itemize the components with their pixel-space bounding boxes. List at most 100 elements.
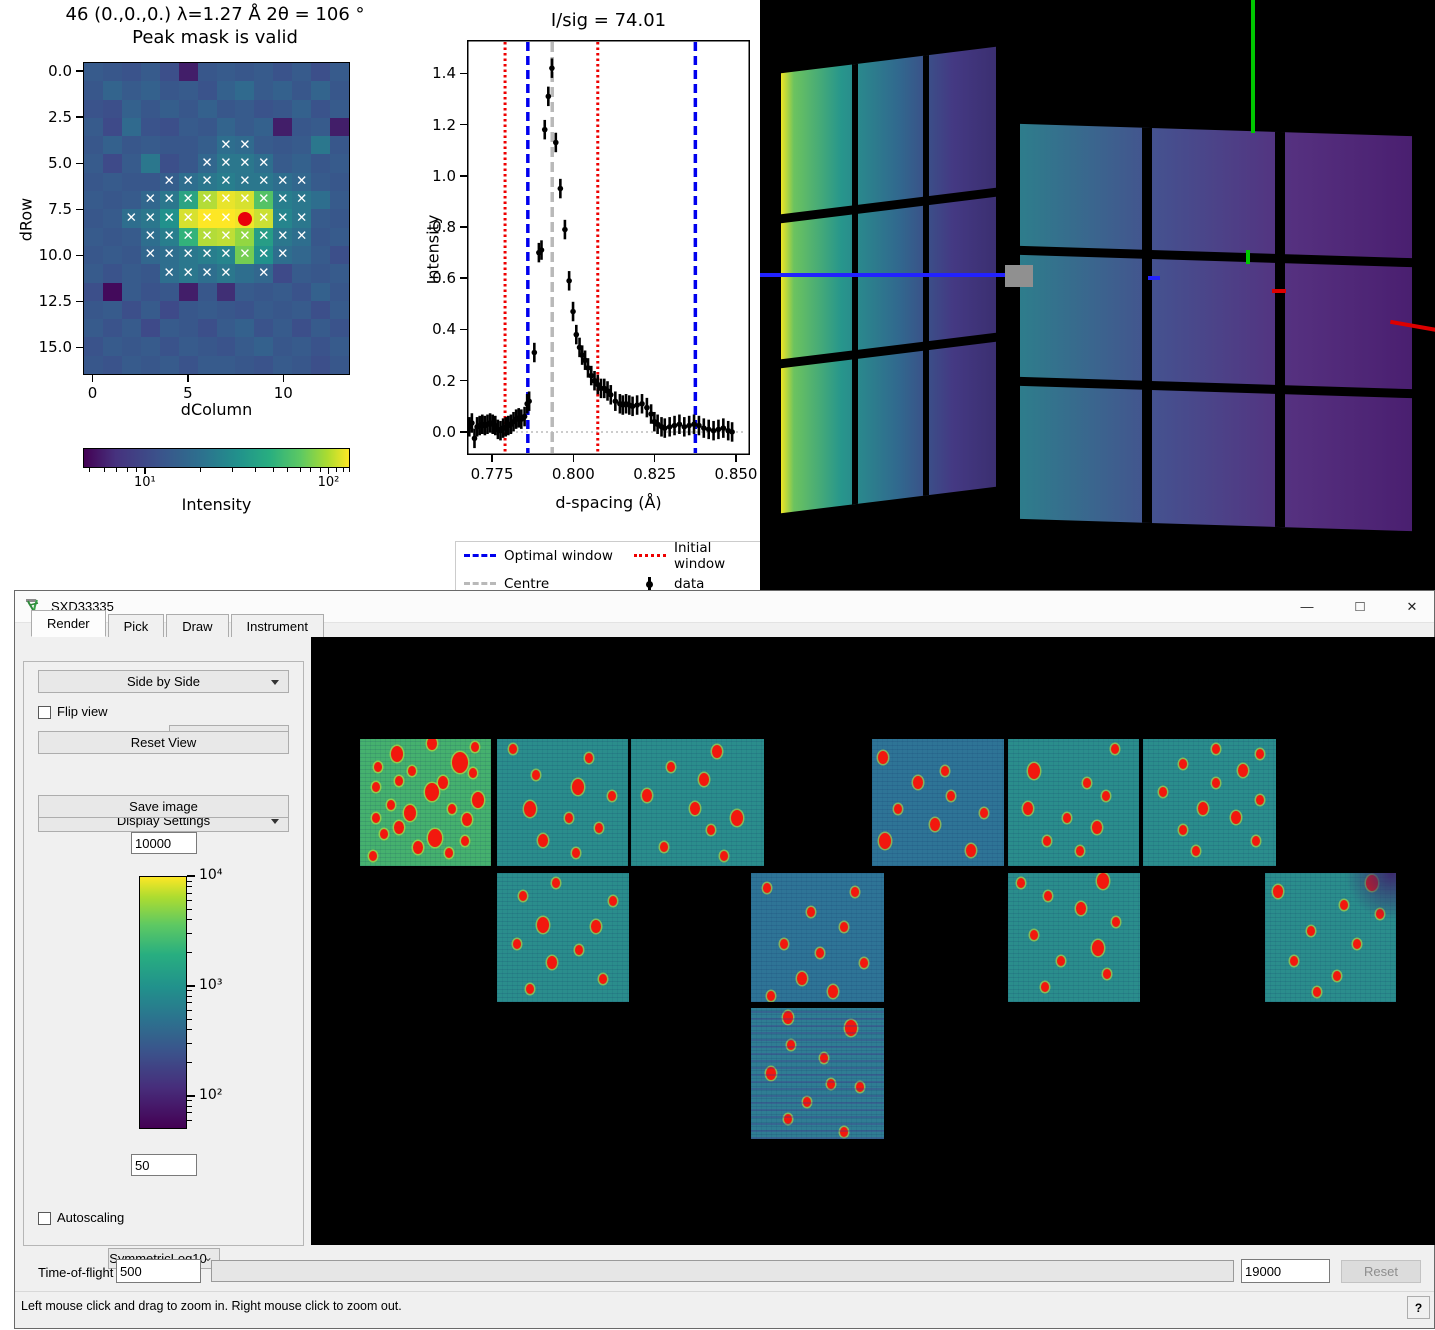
heatmap-cell bbox=[122, 337, 141, 355]
heatmap-cell: ✕ bbox=[122, 209, 141, 227]
heatmap-cell bbox=[122, 228, 141, 246]
heatmap-cell bbox=[84, 301, 103, 319]
data-point bbox=[701, 425, 707, 431]
tab-render[interactable]: Render bbox=[31, 610, 106, 637]
scale-colorbar-minor-tick bbox=[187, 952, 192, 953]
heatmap-cell: ✕ bbox=[254, 228, 273, 246]
peak-spot bbox=[585, 753, 593, 763]
peak-spot bbox=[1198, 802, 1208, 815]
heatmap-cell bbox=[217, 118, 236, 136]
beam-line-segment bbox=[1148, 276, 1160, 280]
heatmap-cell bbox=[273, 118, 292, 136]
maximize-button[interactable]: □ bbox=[1337, 591, 1383, 622]
peak-spot bbox=[372, 782, 380, 792]
colorbar-minor-tick bbox=[89, 468, 90, 472]
heatmap-cell bbox=[179, 118, 198, 136]
heatmap-cell: ✕ bbox=[179, 191, 198, 209]
heatmap-cell: ✕ bbox=[160, 191, 179, 209]
peak-spot bbox=[1366, 875, 1378, 891]
heatmap-cell: ✕ bbox=[198, 154, 217, 172]
tof-start-input[interactable]: 500 bbox=[116, 1259, 201, 1283]
tab-instrument[interactable]: Instrument bbox=[231, 614, 324, 637]
close-button[interactable]: ✕ bbox=[1390, 591, 1434, 622]
save-image-button[interactable]: Save image bbox=[38, 795, 289, 818]
peak-spot bbox=[509, 744, 517, 754]
legend-item: Initial window bbox=[634, 540, 764, 572]
instrument-3d-view[interactable] bbox=[760, 0, 1435, 590]
peak-spot bbox=[966, 844, 976, 857]
peak-spot bbox=[784, 1114, 792, 1124]
tof-reset-button[interactable]: Reset bbox=[1341, 1260, 1421, 1283]
tof-slider[interactable] bbox=[211, 1260, 1234, 1282]
y-tick-label: 7.5 bbox=[30, 200, 72, 218]
tof-end-input[interactable]: 19000 bbox=[1241, 1259, 1330, 1283]
y-tick bbox=[460, 277, 467, 279]
peak-spot bbox=[856, 1082, 864, 1092]
heatmap-cell: ✕ bbox=[254, 154, 273, 172]
heatmap-cell bbox=[141, 81, 160, 99]
heatmap-cell bbox=[273, 264, 292, 282]
isig-plot-canvas[interactable] bbox=[467, 40, 750, 455]
peak-spot bbox=[1041, 982, 1049, 992]
y-tick-label: 10.0 bbox=[30, 246, 72, 264]
heatmap-cell bbox=[311, 173, 330, 191]
tab-draw[interactable]: Draw bbox=[166, 614, 228, 637]
y-tick bbox=[460, 431, 467, 433]
heatmap-cell: ✕ bbox=[198, 209, 217, 227]
heatmap-cell bbox=[141, 301, 160, 319]
heatmap-cell bbox=[179, 63, 198, 81]
scale-max-input[interactable]: 10000 bbox=[131, 832, 197, 854]
data-point bbox=[644, 405, 650, 411]
autoscaling-checkbox[interactable] bbox=[38, 1212, 51, 1225]
data-point bbox=[558, 186, 564, 192]
sxd-window: SXD33335 — □ ✕ RenderPickDrawInstrument … bbox=[14, 590, 1435, 1329]
scale-colorbar-minor-tick bbox=[187, 893, 192, 894]
heatmap-canvas[interactable]: ✕✕✕✕✕✕✕✕✕✕✕✕✕✕✕✕✕✕✕✕✕✕✕✕✕✕✕✕✕✕✕✕✕✕✕✕✕✕✕✕… bbox=[83, 62, 350, 375]
heatmap-cell bbox=[330, 209, 349, 227]
data-point bbox=[566, 278, 572, 284]
data-point bbox=[522, 414, 528, 420]
peak-centre-marker bbox=[238, 212, 252, 226]
heatmap-cell: ✕ bbox=[217, 191, 236, 209]
peak-spot bbox=[720, 851, 728, 861]
heatmap-cell bbox=[292, 356, 311, 374]
heatmap-cell bbox=[179, 301, 198, 319]
peak-spot bbox=[472, 792, 484, 808]
peak-spot bbox=[1092, 821, 1102, 834]
colorbar-minor-tick bbox=[300, 468, 301, 472]
y-tick-label: 0.8 bbox=[427, 218, 456, 236]
data-point bbox=[711, 428, 717, 434]
peak-spot bbox=[820, 1053, 828, 1063]
heatmap-cell: ✕ bbox=[273, 209, 292, 227]
heatmap-cell bbox=[141, 63, 160, 81]
colorbar-minor-tick bbox=[343, 468, 344, 472]
heatmap-cell bbox=[122, 100, 141, 118]
heatmap-cell: ✕ bbox=[160, 246, 179, 264]
reset-view-button[interactable]: Reset View bbox=[38, 731, 289, 754]
help-button[interactable]: ? bbox=[1407, 1296, 1430, 1319]
heatmap-cell bbox=[141, 264, 160, 282]
heatmap-cell bbox=[84, 154, 103, 172]
heatmap-cell bbox=[292, 246, 311, 264]
heatmap-cell bbox=[330, 173, 349, 191]
heatmap-cell bbox=[198, 118, 217, 136]
y-axis-line-segment bbox=[1246, 250, 1250, 264]
heatmap-cell bbox=[160, 337, 179, 355]
detector-render-canvas[interactable] bbox=[311, 637, 1435, 1245]
scale-min-input[interactable]: 50 bbox=[131, 1154, 197, 1176]
heatmap-cell bbox=[198, 283, 217, 301]
heatmap-cell bbox=[141, 319, 160, 337]
heatmap-cell bbox=[330, 63, 349, 81]
heatmap-cell: ✕ bbox=[217, 173, 236, 191]
heatmap-cell bbox=[311, 136, 330, 154]
heatmap-cell bbox=[141, 118, 160, 136]
heatmap-cell bbox=[254, 100, 273, 118]
heatmap-cell bbox=[292, 81, 311, 99]
minimize-button[interactable]: — bbox=[1284, 591, 1330, 622]
tab-pick[interactable]: Pick bbox=[108, 614, 165, 637]
y-tick-label: 1.0 bbox=[427, 167, 456, 185]
heatmap-cell bbox=[84, 81, 103, 99]
view-mode-combobox[interactable]: Side by Side bbox=[38, 670, 289, 693]
flip-view-checkbox[interactable] bbox=[38, 706, 51, 719]
heatmap-cell bbox=[160, 301, 179, 319]
